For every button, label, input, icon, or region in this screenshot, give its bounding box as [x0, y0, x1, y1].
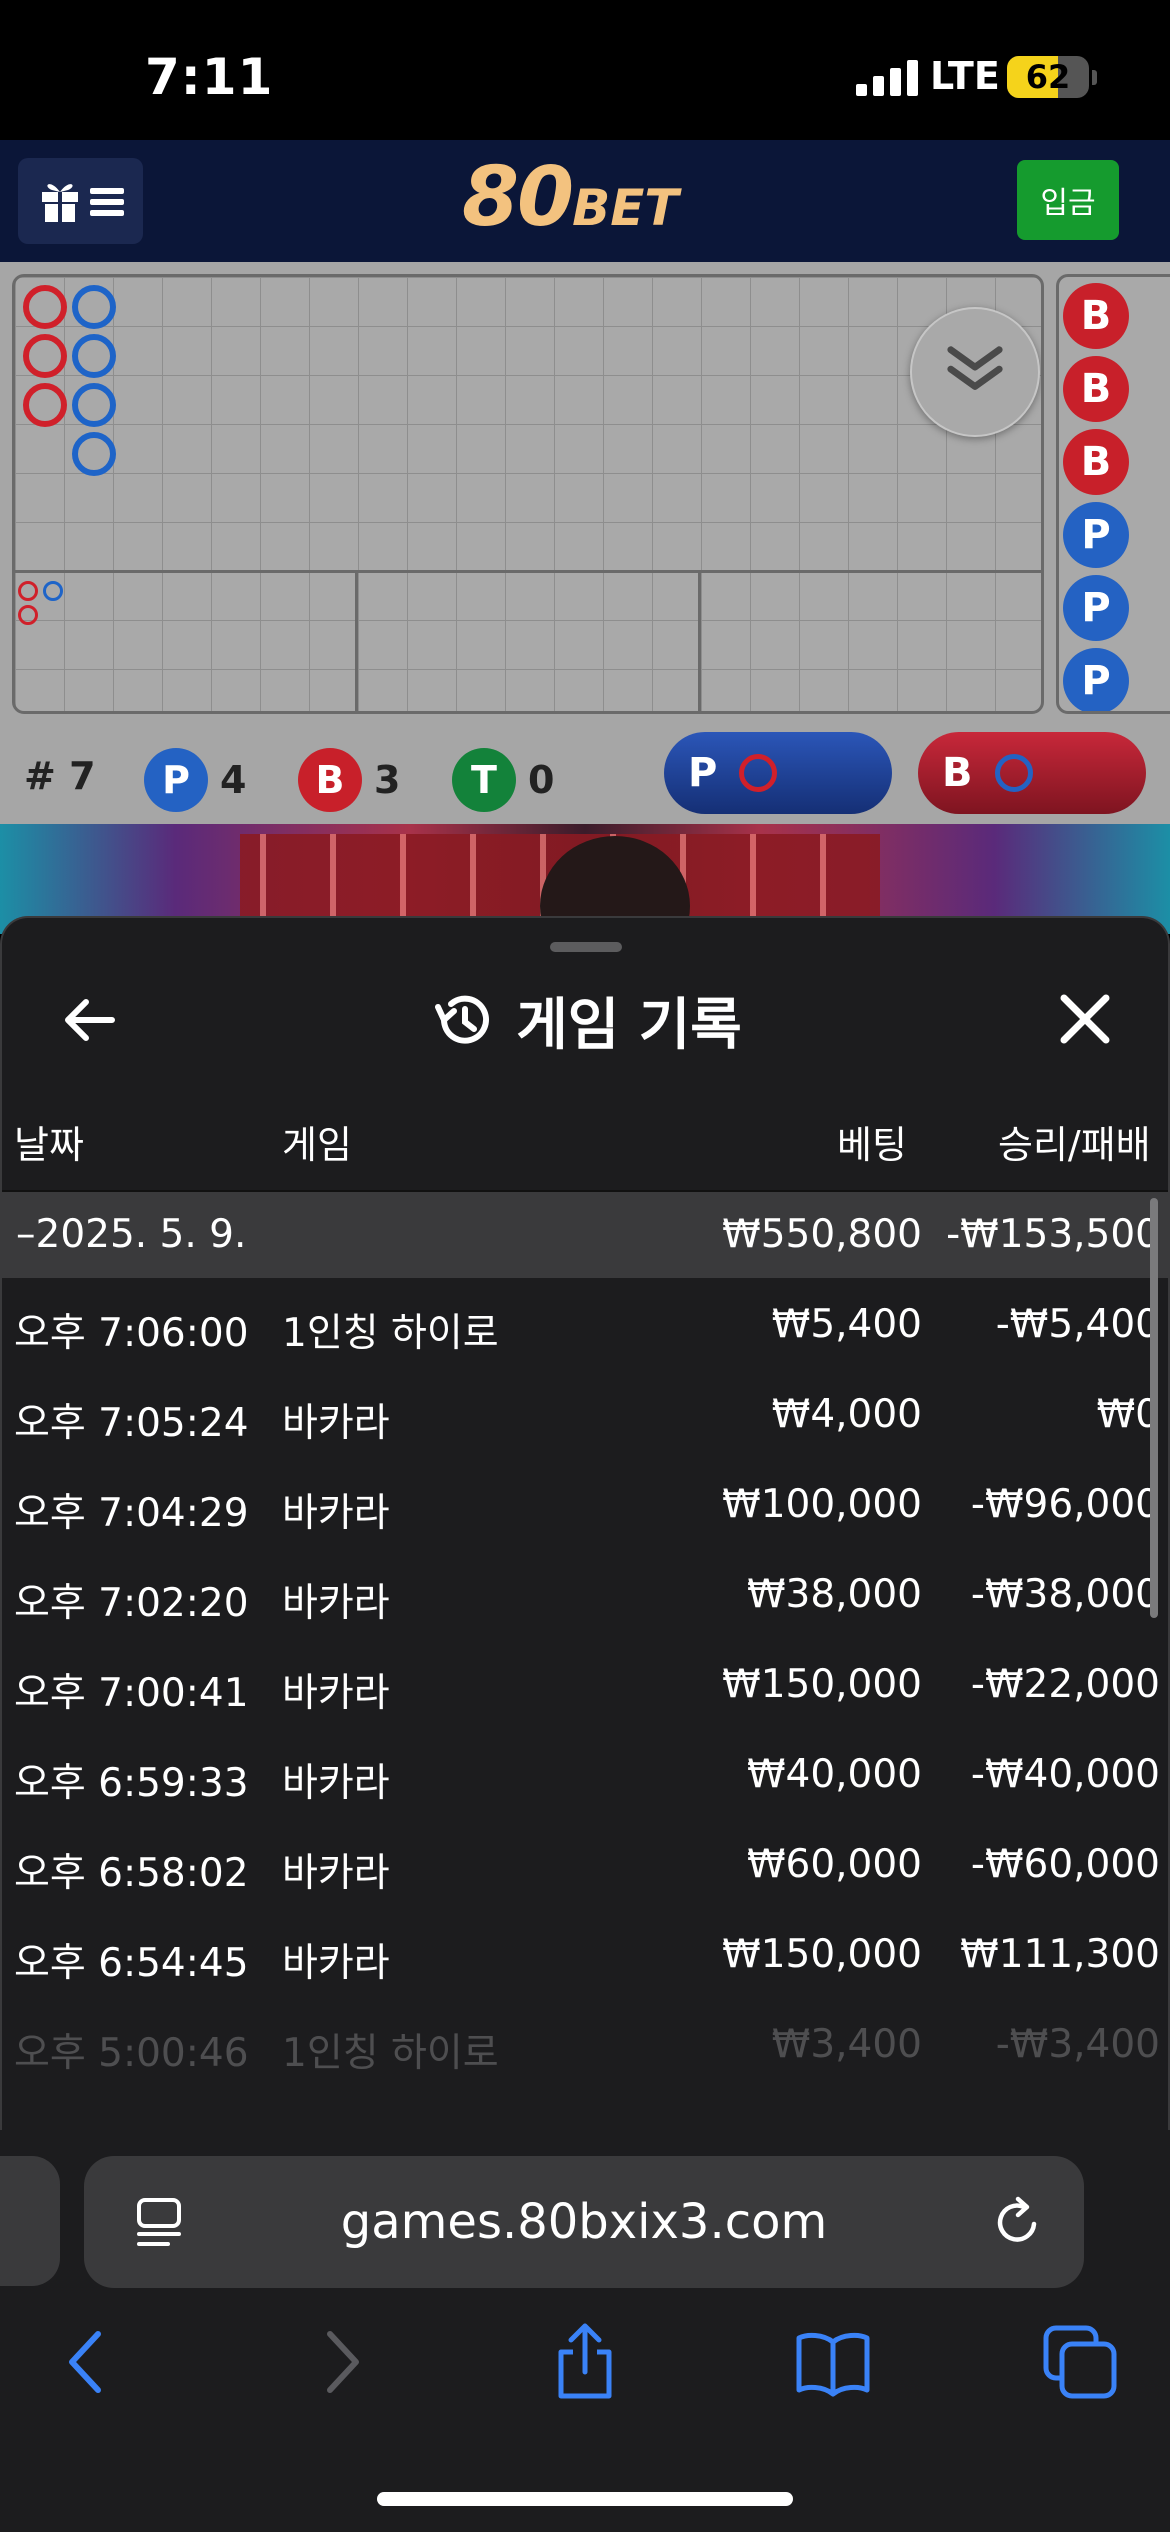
reload-icon[interactable] — [990, 2194, 1046, 2250]
bead-road-item: P — [1063, 648, 1129, 711]
history-row[interactable]: 오후 7:02:20 바카라 ₩38,000 -₩38,000 — [2, 1548, 1168, 1638]
row-game: 바카라 — [282, 1491, 390, 1536]
row-time: 오후 6:59:33 — [14, 1761, 249, 1806]
history-row[interactable]: 오후 7:06:00 1인칭 하이로 ₩5,400 -₩5,400 — [2, 1278, 1168, 1368]
bead-road-item: B — [1063, 283, 1129, 349]
row-bet: ₩40,000 — [746, 1752, 922, 1797]
deposit-button[interactable]: 입금 — [1017, 160, 1119, 240]
battery-level: 62 — [1025, 58, 1071, 96]
status-time: 7:11 — [145, 48, 274, 106]
column-header-date[interactable]: 날짜 — [14, 1114, 84, 1169]
bead-road: BBBPPP — [1056, 274, 1170, 714]
round-count: # 7 — [24, 754, 96, 798]
row-game: 1인칭 하이로 — [282, 1311, 499, 1356]
row-bet: ₩60,000 — [746, 1842, 922, 1887]
app-header: 80BET 입금 — [0, 140, 1170, 262]
history-row[interactable]: 오후 7:05:24 바카라 ₩4,000 ₩0 — [2, 1368, 1168, 1458]
row-time: 오후 6:54:45 — [14, 1941, 249, 1986]
forward-icon[interactable] — [300, 2322, 380, 2402]
row-result: ₩111,300 — [960, 1932, 1160, 1977]
column-header-game[interactable]: 게임 — [282, 1114, 352, 1169]
history-row[interactable]: 오후 6:58:02 바카라 ₩60,000 -₩60,000 — [2, 1818, 1168, 1908]
date-group-bet: ₩550,800 — [722, 1212, 922, 1257]
address-url: games.80bxix3.com — [340, 2194, 828, 2250]
predict-banker-button[interactable]: B — [918, 732, 1146, 814]
row-result: -₩5,400 — [995, 1302, 1160, 1347]
row-result: -₩22,000 — [970, 1662, 1160, 1707]
bookmarks-icon[interactable] — [793, 2322, 873, 2402]
history-row[interactable]: 오후 6:59:33 바카라 ₩40,000 -₩40,000 — [2, 1728, 1168, 1818]
roadmap-panel: BBBPPP # 7 P 4 B 3 T 0 P B — [0, 262, 1170, 824]
bead-road-item: B — [1063, 356, 1129, 422]
hamburger-icon — [90, 188, 124, 216]
row-game: 바카라 — [282, 1581, 390, 1626]
row-bet: ₩150,000 — [722, 1932, 922, 1977]
gift-icon — [42, 184, 78, 222]
double-chevron-down-icon — [947, 346, 1003, 390]
row-result: -₩60,000 — [970, 1842, 1160, 1887]
row-time: 오후 7:04:29 — [14, 1491, 249, 1536]
row-bet: ₩100,000 — [722, 1482, 922, 1527]
bead-road-item: B — [1063, 429, 1129, 495]
row-game: 바카라 — [282, 1401, 390, 1446]
menu-button[interactable] — [18, 158, 143, 244]
row-bet: ₩5,400 — [771, 1302, 922, 1347]
date-group-row[interactable]: –2025. 5. 9. ₩550,800 -₩153,500 — [2, 1192, 1168, 1278]
row-result: -₩40,000 — [970, 1752, 1160, 1797]
browser-toolbar: games.80bxix3.com — [0, 2130, 1170, 2532]
row-game: 바카라 — [282, 1671, 390, 1716]
row-time: 오후 6:58:02 — [14, 1851, 249, 1896]
row-result: -₩96,000 — [970, 1482, 1160, 1527]
history-row[interactable]: 오후 5:00:46 1인칭 하이로 ₩3,400 -₩3,400 — [2, 1998, 1168, 2088]
scrollbar[interactable] — [1150, 1198, 1158, 1618]
close-icon[interactable] — [1056, 990, 1114, 1048]
row-game: 1인칭 하이로 — [282, 2031, 499, 2076]
network-type: LTE — [930, 54, 1000, 98]
column-header-bet[interactable]: 베팅 — [837, 1114, 907, 1169]
row-time: 오후 7:06:00 — [14, 1311, 249, 1356]
row-result: -₩3,400 — [995, 2022, 1160, 2067]
date-group-date: –2025. 5. 9. — [16, 1212, 247, 1257]
sheet-grabber[interactable] — [550, 942, 622, 952]
battery-icon: 62 — [1007, 56, 1089, 98]
date-group-result: -₩153,500 — [946, 1212, 1160, 1257]
row-bet: ₩38,000 — [746, 1572, 922, 1617]
status-bar: 7:11 LTE 62 — [0, 0, 1170, 140]
bead-road-item: P — [1063, 502, 1129, 568]
previous-tab-preview[interactable] — [0, 2156, 60, 2286]
game-history-sheet: 게임 기록 날짜 게임 베팅 승리/패배 –2025. 5. 9. ₩550,8… — [0, 916, 1170, 2130]
player-count: P 4 — [144, 748, 246, 812]
row-time: 오후 7:00:41 — [14, 1671, 249, 1716]
tabs-icon[interactable] — [1040, 2322, 1120, 2402]
history-row[interactable]: 오후 6:54:45 바카라 ₩150,000 ₩111,300 — [2, 1908, 1168, 1998]
predict-player-button[interactable]: P — [664, 732, 892, 814]
home-indicator[interactable] — [377, 2492, 793, 2506]
big-road-grid — [12, 274, 1044, 714]
collapse-roadmap-button[interactable] — [910, 307, 1040, 437]
row-time: 오후 5:00:46 — [14, 2031, 249, 2076]
column-header-result[interactable]: 승리/패배 — [998, 1114, 1151, 1169]
row-bet: ₩4,000 — [771, 1392, 922, 1437]
row-result: -₩38,000 — [970, 1572, 1160, 1617]
logo: 80BET — [462, 150, 679, 245]
history-row[interactable]: 오후 7:04:29 바카라 ₩100,000 -₩96,000 — [2, 1458, 1168, 1548]
cellular-signal-icon — [856, 60, 918, 96]
back-icon[interactable] — [48, 2322, 128, 2402]
share-icon[interactable] — [545, 2322, 625, 2402]
row-game: 바카라 — [282, 1941, 390, 1986]
row-bet: ₩3,400 — [771, 2022, 922, 2067]
history-row[interactable]: 오후 7:00:41 바카라 ₩150,000 -₩22,000 — [2, 1638, 1168, 1728]
row-bet: ₩150,000 — [722, 1662, 922, 1707]
bead-road-item: P — [1063, 575, 1129, 641]
row-game: 바카라 — [282, 1851, 390, 1896]
address-bar[interactable]: games.80bxix3.com — [84, 2156, 1084, 2288]
tie-count: T 0 — [452, 748, 554, 812]
history-icon — [435, 995, 490, 1044]
row-time: 오후 7:02:20 — [14, 1581, 249, 1626]
row-game: 바카라 — [282, 1761, 390, 1806]
sheet-title: 게임 기록 — [516, 992, 742, 1058]
row-time: 오후 7:05:24 — [14, 1401, 249, 1446]
banker-count: B 3 — [298, 748, 400, 812]
